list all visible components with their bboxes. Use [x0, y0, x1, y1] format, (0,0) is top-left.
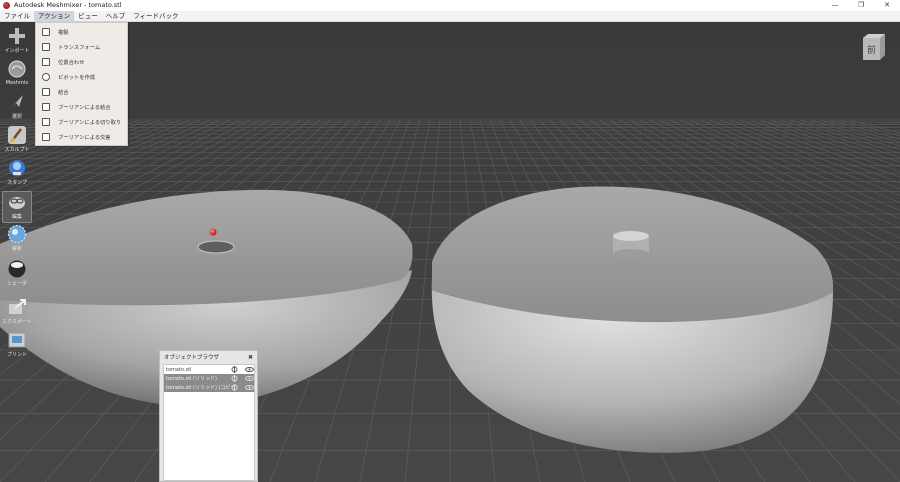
select-arrow-icon [7, 92, 27, 112]
object-browser-close-button[interactable]: ✖ [248, 354, 253, 361]
import-tool[interactable]: インポート [2, 26, 32, 58]
shader-sphere-icon [7, 259, 27, 279]
print-tool[interactable]: プリント [2, 330, 32, 362]
object-browser-panel: オブジェクトブラウザ ✖ tomato.stl tomato.stl (ソリッド… [159, 350, 258, 482]
tool-label: Meshmix [5, 80, 29, 86]
minimize-button[interactable]: — [822, 0, 848, 11]
pivot-toggle-icon[interactable] [231, 375, 238, 382]
scene-canvas[interactable] [0, 22, 900, 482]
pivot-marker[interactable] [209, 228, 217, 236]
object-browser-title: オブジェクトブラウザ [164, 355, 220, 361]
tool-label: シェーダ [6, 281, 27, 287]
combine-icon [42, 88, 50, 96]
meshmixer-window: Autodesk Meshmixer - tomato.stl — ❐ ✕ ファ… [0, 0, 900, 482]
menu-help[interactable]: ヘルプ [102, 11, 130, 22]
peg-cylinder [613, 231, 649, 259]
object-row-selected[interactable]: tomato.stl (ソリッド) [164, 374, 254, 383]
visibility-eye-icon[interactable] [245, 376, 254, 381]
export-icon [7, 297, 27, 317]
pivot-toggle-icon[interactable] [231, 384, 238, 391]
tool-label: エクスポート [2, 319, 32, 325]
shader-tool[interactable]: シェーダ [2, 259, 32, 291]
left-toolbar: インポート Meshmix 選択 スカルプト スタンプ 編集 解析 シェーダ エ… [0, 22, 34, 482]
tool-label: スカルプト [4, 147, 30, 153]
boolean-union-icon [42, 103, 50, 111]
analysis-tool[interactable]: 解析 [2, 224, 32, 256]
menu-feedback[interactable]: フィードバック [129, 11, 182, 22]
menu-view[interactable]: ビュー [74, 11, 102, 22]
edit-icon [7, 192, 27, 212]
object-list: tomato.stl tomato.stl (ソリッド) tomato.stl … [163, 364, 255, 481]
select-tool[interactable]: 選択 [2, 92, 32, 124]
duplicate-icon [42, 28, 50, 36]
analysis-icon [7, 224, 27, 244]
visibility-eye-icon[interactable] [245, 367, 254, 372]
sculpt-tool[interactable]: スカルプト [2, 125, 32, 157]
view-cube[interactable]: 前 [861, 33, 887, 61]
tool-label: 編集 [11, 214, 22, 220]
meshmix-icon [7, 59, 27, 79]
title-bar: Autodesk Meshmixer - tomato.stl — ❐ ✕ [0, 0, 900, 11]
restore-button[interactable]: ❐ [848, 0, 874, 11]
brush-icon [7, 125, 27, 145]
window-title: Autodesk Meshmixer - tomato.stl [14, 1, 122, 9]
align-icon [42, 58, 50, 66]
menu-item-transform[interactable]: トランスフォーム [36, 40, 129, 54]
menu-item-boolean-intersection[interactable]: ブーリアンによる交差 [36, 130, 129, 144]
meshmix-tool[interactable]: Meshmix [2, 59, 32, 91]
transform-icon [42, 43, 50, 51]
menu-file[interactable]: ファイル [0, 11, 34, 22]
close-button[interactable]: ✕ [874, 0, 900, 11]
menu-item-create-pivot[interactable]: ピボットを作成 [36, 70, 129, 84]
view-cube-face-label: 前 [867, 44, 876, 56]
tool-label: インポート [4, 48, 30, 54]
tool-label: 選択 [11, 114, 22, 120]
object-browser-header[interactable]: オブジェクトブラウザ ✖ [160, 351, 257, 363]
visibility-eye-icon[interactable] [245, 385, 254, 390]
action-menu-dropdown: 複製 トランスフォーム 位置合わせ ピボットを作成 結合 ブーリアンによる結合 … [35, 22, 128, 146]
menu-item-duplicate[interactable]: 複製 [36, 25, 129, 39]
3d-viewport[interactable] [0, 22, 900, 482]
mesh-hole [197, 240, 235, 254]
print-icon [7, 330, 27, 350]
menu-item-combine[interactable]: 結合 [36, 85, 129, 99]
boolean-intersection-icon [42, 133, 50, 141]
pivot-icon [42, 73, 50, 81]
menu-action[interactable]: アクション [34, 10, 75, 22]
tool-label: 解析 [11, 246, 22, 252]
edit-tool[interactable]: 編集 [2, 191, 32, 223]
stamp-icon [7, 158, 27, 178]
plus-icon [7, 26, 27, 46]
menu-item-align[interactable]: 位置合わせ [36, 55, 129, 69]
tool-label: スタンプ [7, 180, 27, 186]
menu-item-boolean-difference[interactable]: ブーリアンによる切り取り [36, 115, 129, 129]
object-row-selected[interactable]: tomato.stl (ソリッド) (コピー) [164, 383, 254, 392]
export-tool[interactable]: エクスポート [2, 297, 32, 329]
tool-label: プリント [6, 352, 27, 358]
menu-bar: ファイル アクション ビュー ヘルプ フィードバック [0, 10, 900, 22]
stamp-tool[interactable]: スタンプ [2, 158, 32, 190]
app-logo-icon [3, 2, 10, 9]
menu-item-boolean-union[interactable]: ブーリアンによる結合 [36, 100, 129, 114]
boolean-difference-icon [42, 118, 50, 126]
pivot-toggle-icon[interactable] [231, 366, 238, 373]
object-row[interactable]: tomato.stl [164, 365, 254, 374]
